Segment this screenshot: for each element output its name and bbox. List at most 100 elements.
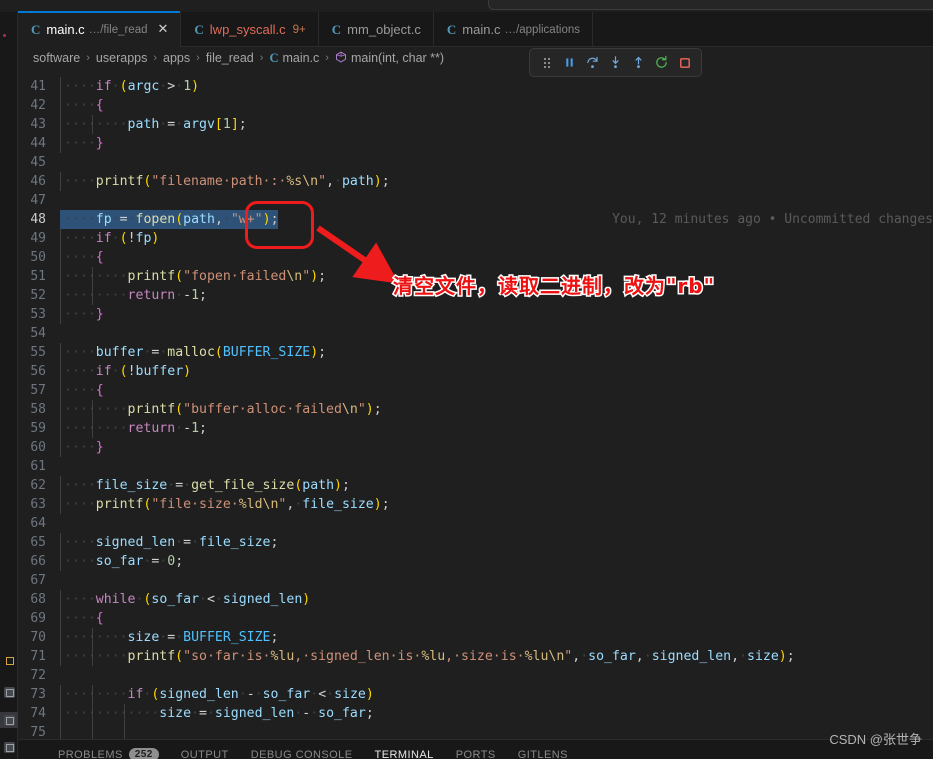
pause-button[interactable] (559, 52, 580, 73)
panel-tab-terminal[interactable]: TERMINAL (375, 749, 434, 759)
indent-guide (60, 305, 61, 324)
panel-tab-gitlens[interactable]: GITLENS (518, 749, 568, 759)
code-line[interactable]: 54 (18, 324, 933, 343)
code-line[interactable]: 46 ····printf("filename·path·:·%s\n",·pat… (18, 172, 933, 191)
tab-mm-object-c[interactable]: C mm_object.c (319, 12, 434, 47)
code-line[interactable]: 47 (18, 191, 933, 210)
restart-button[interactable] (651, 52, 672, 73)
code-line[interactable]: 67 (18, 571, 933, 590)
chevron-right-icon: › (153, 52, 158, 64)
panel-tab-problems[interactable]: PROBLEMS 252 (58, 748, 159, 759)
code-editor[interactable]: 4041····if·(argc·>·1)42····{43········pa… (18, 69, 933, 739)
code-token: ···· (64, 79, 96, 94)
code-line[interactable]: 53 ····} (18, 305, 933, 324)
breadcrumb-item-software[interactable]: software (33, 51, 80, 65)
code-line[interactable]: 51 ········printf("fopen·failed\n"); (18, 267, 933, 286)
breadcrumb-item-userapps[interactable]: userapps (96, 51, 147, 65)
code-line[interactable]: 42 ····{ (18, 96, 933, 115)
code-line[interactable]: 45 (18, 153, 933, 172)
code-token: ···· (64, 136, 96, 151)
breadcrumb-item-main-symbol[interactable]: main(int, char **) (351, 51, 444, 65)
code-line[interactable]: 44 ····} (18, 134, 933, 153)
command-palette[interactable] (488, 0, 933, 10)
code-line[interactable]: 66 ····so_far·=·0; (18, 552, 933, 571)
code-line[interactable]: 73 ········if·(signed_len·-·so_far·<·size… (18, 685, 933, 704)
code-line[interactable]: 48 ····fp·=·fopen(path,·"w+"); You, 12 min… (18, 210, 933, 229)
rail-item-4[interactable] (0, 739, 18, 755)
code-token: ,·size·is· (445, 649, 525, 664)
code-line[interactable]: 69 ····{ (18, 609, 933, 628)
step-over-button[interactable] (582, 52, 603, 73)
code-line[interactable]: 56 ····if·(!buffer) (18, 362, 933, 381)
code-line[interactable]: 72 (18, 666, 933, 685)
rail-item-2[interactable] (0, 684, 18, 700)
code-line[interactable]: 74 ············size·=·signed_len·-·so_far… (18, 704, 933, 723)
panel-tab-debug-console[interactable]: DEBUG CONSOLE (251, 749, 353, 759)
rail-item-3[interactable] (0, 712, 18, 728)
rail-item-1[interactable] (0, 652, 18, 668)
code-line[interactable]: 64 (18, 514, 933, 533)
code-line[interactable]: 50 ····{ (18, 248, 933, 267)
indent-guide (60, 267, 61, 286)
line-number: 64 (30, 516, 46, 531)
code-token: BUFFER_SIZE (222, 345, 311, 360)
indent-guide (60, 609, 61, 628)
line-number: 47 (30, 193, 46, 208)
code-token: ···· (64, 611, 96, 626)
indent-guide (60, 77, 61, 96)
code-token: 1 (222, 117, 231, 132)
code-line[interactable]: 68 ····while·(so_far·<·signed_len) (18, 590, 933, 609)
code-line[interactable]: 71 ········printf("so·far·is·%lu,·signed_… (18, 647, 933, 666)
code-line[interactable]: 61 (18, 457, 933, 476)
tab-main-c-file-read[interactable]: C main.c …/file_read ✕ (18, 11, 182, 47)
box-icon (4, 655, 15, 666)
box-icon (3, 741, 15, 753)
code-line[interactable]: 65 ····signed_len·=·file_size; (18, 533, 933, 552)
code-line[interactable]: 49 ····if·(!fp) (18, 229, 933, 248)
code-token: "buffer·alloc·failed (183, 402, 342, 417)
code-token: ( (119, 364, 128, 379)
panel-tab-output[interactable]: OUTPUT (181, 749, 229, 759)
line-content: ····} (60, 134, 933, 153)
code-token: ···· (64, 383, 96, 398)
drag-handle-icon[interactable] (536, 52, 557, 73)
code-line[interactable]: 62 ····file_size·=·get_file_size(path); (18, 476, 933, 495)
breadcrumb-item-main-c[interactable]: main.c (282, 51, 319, 65)
close-icon[interactable]: ✕ (158, 23, 169, 36)
panel-tab-label: PORTS (455, 748, 496, 759)
code-token: ; (270, 535, 279, 550)
code-token: ! (127, 364, 136, 379)
stop-button[interactable] (674, 52, 695, 73)
code-line[interactable]: 55 ····buffer·=·malloc(BUFFER_SIZE); (18, 343, 933, 362)
code-token: buffer (95, 345, 144, 360)
code-token: ) (183, 364, 192, 379)
code-line[interactable]: 60 ····} (18, 438, 933, 457)
code-line[interactable]: 41 ····if·(argc·>·1) (18, 77, 933, 96)
line-content: ········size·=·BUFFER_SIZE; (60, 628, 933, 647)
line-number: 58 (30, 402, 46, 417)
code-line[interactable]: 57 ····{ (18, 381, 933, 400)
code-line[interactable]: 59 ········return·-1; (18, 419, 933, 438)
step-into-button[interactable] (605, 52, 626, 73)
code-line[interactable]: 70 ········size·=·BUFFER_SIZE; (18, 628, 933, 647)
code-line[interactable]: 43 ········path·=·argv[1]; (18, 115, 933, 134)
tab-label: main.c (46, 22, 85, 37)
breadcrumb-item-file-read[interactable]: file_read (206, 51, 254, 65)
breadcrumb-item-apps[interactable]: apps (163, 51, 190, 65)
code-token: file_size (302, 497, 374, 512)
code-line[interactable]: 58 ········printf("buffer·alloc·failed\n"… (18, 400, 933, 419)
code-token: , (572, 649, 581, 664)
breadcrumb: software › userapps › apps › file_read ›… (18, 47, 933, 69)
code-line[interactable]: 63 ····printf("file·size·%ld\n",·file_siz… (18, 495, 933, 514)
code-token: path (183, 212, 215, 227)
code-token: · (175, 79, 184, 94)
code-line[interactable]: 75 (18, 723, 933, 739)
tab-main-c-applications[interactable]: C main.c …/applications (434, 12, 593, 47)
step-out-button[interactable] (628, 52, 649, 73)
code-token: 1 (191, 421, 200, 436)
panel-tab-ports[interactable]: PORTS (456, 749, 496, 759)
code-line[interactable]: 52 ········return·-1; (18, 286, 933, 305)
box-icon (3, 686, 15, 698)
tab-lwp-syscall-c[interactable]: C lwp_syscall.c 9+ (181, 12, 319, 47)
panel-tab-label: DEBUG CONSOLE (250, 748, 353, 759)
